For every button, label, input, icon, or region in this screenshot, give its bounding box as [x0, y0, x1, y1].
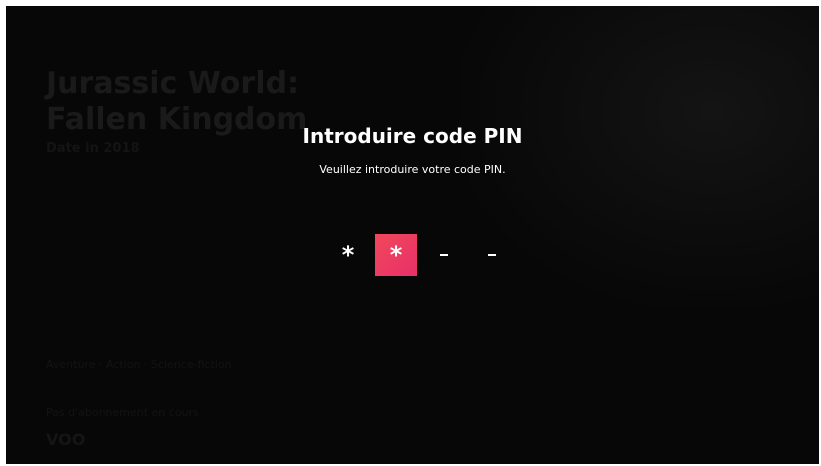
- background-movie-meta: Aventure · Action · Science-fiction: [46, 358, 232, 371]
- pin-digit-4[interactable]: [471, 234, 513, 276]
- pin-overlay-screen: Jurassic World: Fallen Kingdom Date in 2…: [6, 6, 819, 464]
- pin-input[interactable]: * *: [327, 234, 519, 276]
- pin-digit-1-glyph: *: [341, 241, 355, 269]
- background-bottom-text: Pas d'abonnement en cours: [46, 406, 199, 419]
- pin-digit-3-placeholder: [440, 254, 448, 256]
- dialog-title: Introduire code PIN: [302, 124, 523, 148]
- pin-digit-1[interactable]: *: [327, 234, 369, 276]
- dialog-subtitle: Veuillez introduire votre code PIN.: [319, 163, 506, 176]
- pin-digit-2[interactable]: *: [375, 234, 417, 276]
- pin-digit-4-placeholder: [488, 254, 496, 256]
- pin-digit-3[interactable]: [423, 234, 465, 276]
- background-logo: VOO: [46, 430, 86, 449]
- pin-digit-2-glyph: *: [389, 241, 403, 269]
